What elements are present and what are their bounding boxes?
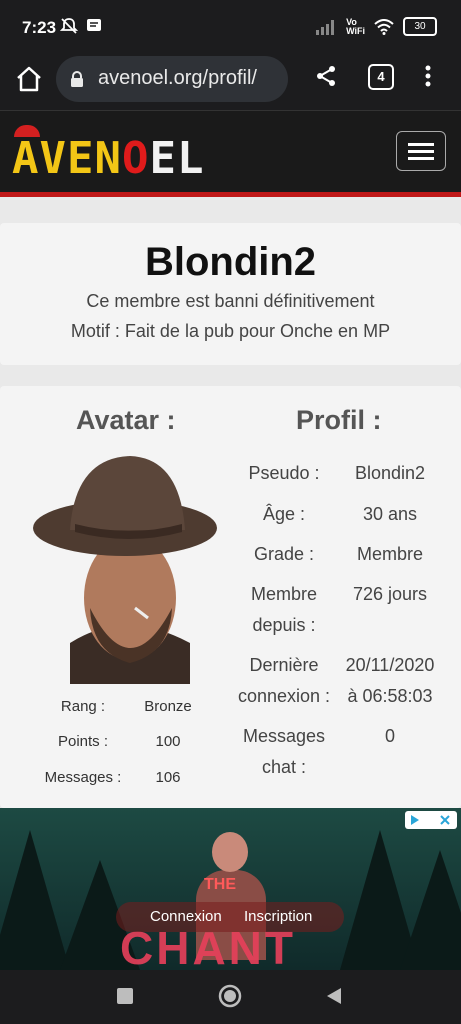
address-bar[interactable]: avenoel.org/profil/ <box>56 56 288 102</box>
grade-label-text: Grade : <box>253 544 315 564</box>
chat-messages-label-line2: chat : <box>261 757 307 777</box>
status-icons-right: Vo WiFi 30 <box>315 17 437 36</box>
last-login-value: 20/11/2020 à 06:58:03 <box>338 650 442 712</box>
logo-part-2: O <box>121 133 150 184</box>
signal-icon <box>316 19 335 35</box>
tab-switcher-button[interactable]: 4 <box>368 64 394 90</box>
vowifi-indicator: Vo WiFi <box>346 17 365 36</box>
logo-part-3: EL <box>149 133 205 184</box>
hamburger-line <box>408 150 434 153</box>
chat-messages-value: 0 <box>384 726 395 746</box>
member-since-value: 726 jours <box>352 584 428 604</box>
site-logo[interactable]: AVENOEL <box>12 133 204 184</box>
status-icons-left <box>60 17 102 35</box>
ad-banner[interactable]: THE CHANT Connexion Inscription <box>0 808 461 970</box>
logo-part-1: AVEN <box>12 133 122 184</box>
site-header: AVENOEL <box>0 110 461 193</box>
ban-status: Ce membre est banni définitivement <box>86 291 375 311</box>
lock-icon <box>71 71 83 87</box>
last-login-date: 20/11/2020 <box>345 655 435 675</box>
age-label-text: Âge : <box>262 504 306 524</box>
more-options-icon[interactable] <box>418 64 438 88</box>
messages-label: Messages : <box>44 769 122 786</box>
ad-figure-head <box>212 832 248 872</box>
last-login-time: à 06:58:03 <box>347 686 433 706</box>
messages-value: 106 <box>155 769 181 786</box>
rang-value: Bronze <box>144 698 192 715</box>
avatar-title: Avatar : <box>76 405 176 435</box>
ad-tree-shape <box>400 850 461 970</box>
signup-link[interactable]: Inscription <box>244 908 312 925</box>
profile-username: Blondin2 <box>144 240 317 284</box>
last-login-label-line2: connexion : <box>237 686 331 706</box>
ad-choices-icon[interactable] <box>405 811 457 829</box>
pseudo-label: Pseudo : <box>230 458 338 489</box>
grade-label: Grade : <box>230 539 338 570</box>
url-text: avenoel.org/profil/ <box>98 67 257 89</box>
chat-messages-label: Messages chat : <box>230 721 338 783</box>
system-nav-bar <box>0 970 461 1024</box>
ban-reason: Motif : Fait de la pub pour Onche en MP <box>70 321 391 341</box>
ban-card: Blondin2 Ce membre est banni définitivem… <box>0 223 461 365</box>
member-since-label-line2: depuis : <box>252 615 316 635</box>
pseudo-label-text: Pseudo : <box>248 463 320 483</box>
last-login-label-line1: Dernière <box>249 655 319 675</box>
message-icon <box>87 19 101 31</box>
hamburger-line <box>408 143 434 146</box>
browser-toolbar: avenoel.org/profil/ 4 <box>0 52 461 110</box>
header-accent-line <box>0 192 461 197</box>
chat-messages-label-line1: Messages <box>242 726 326 746</box>
hamburger-line <box>408 157 434 160</box>
rang-label: Rang : <box>60 698 106 715</box>
share-icon[interactable] <box>314 64 338 88</box>
age-label: Âge : <box>230 499 338 530</box>
last-login-label: Dernière connexion : <box>230 650 338 712</box>
profile-card: Avatar : Profil : Rang : Bronze Points :… <box>0 386 461 808</box>
member-since-label-line1: Membre <box>250 584 317 604</box>
vowifi-bottom: WiFi <box>346 25 365 36</box>
back-icon[interactable] <box>324 986 344 1006</box>
grade-value: Membre <box>356 544 423 564</box>
ad-title-small: THE <box>204 876 236 893</box>
points-value: 100 <box>155 733 181 750</box>
age-value: 30 ans <box>362 504 418 524</box>
member-since-label: Membre depuis : <box>230 579 338 641</box>
recents-icon[interactable] <box>116 987 134 1005</box>
home-icon[interactable] <box>14 64 44 94</box>
login-link[interactable]: Connexion <box>150 908 222 925</box>
points-label: Points : <box>57 733 109 750</box>
pseudo-value: Blondin2 <box>354 463 426 483</box>
home-nav-icon[interactable] <box>218 984 242 1008</box>
battery-indicator: 30 <box>403 17 437 36</box>
wifi-icon <box>374 18 394 35</box>
status-time: 7:23 <box>22 18 57 37</box>
profile-title: Profil : <box>296 405 382 435</box>
hamburger-menu-button[interactable] <box>396 131 446 171</box>
status-bar: 7:23 Vo WiFi 30 <box>0 0 461 52</box>
avatar-image <box>30 448 220 684</box>
ad-info-close-icon <box>411 815 450 825</box>
mute-icon <box>60 18 78 34</box>
